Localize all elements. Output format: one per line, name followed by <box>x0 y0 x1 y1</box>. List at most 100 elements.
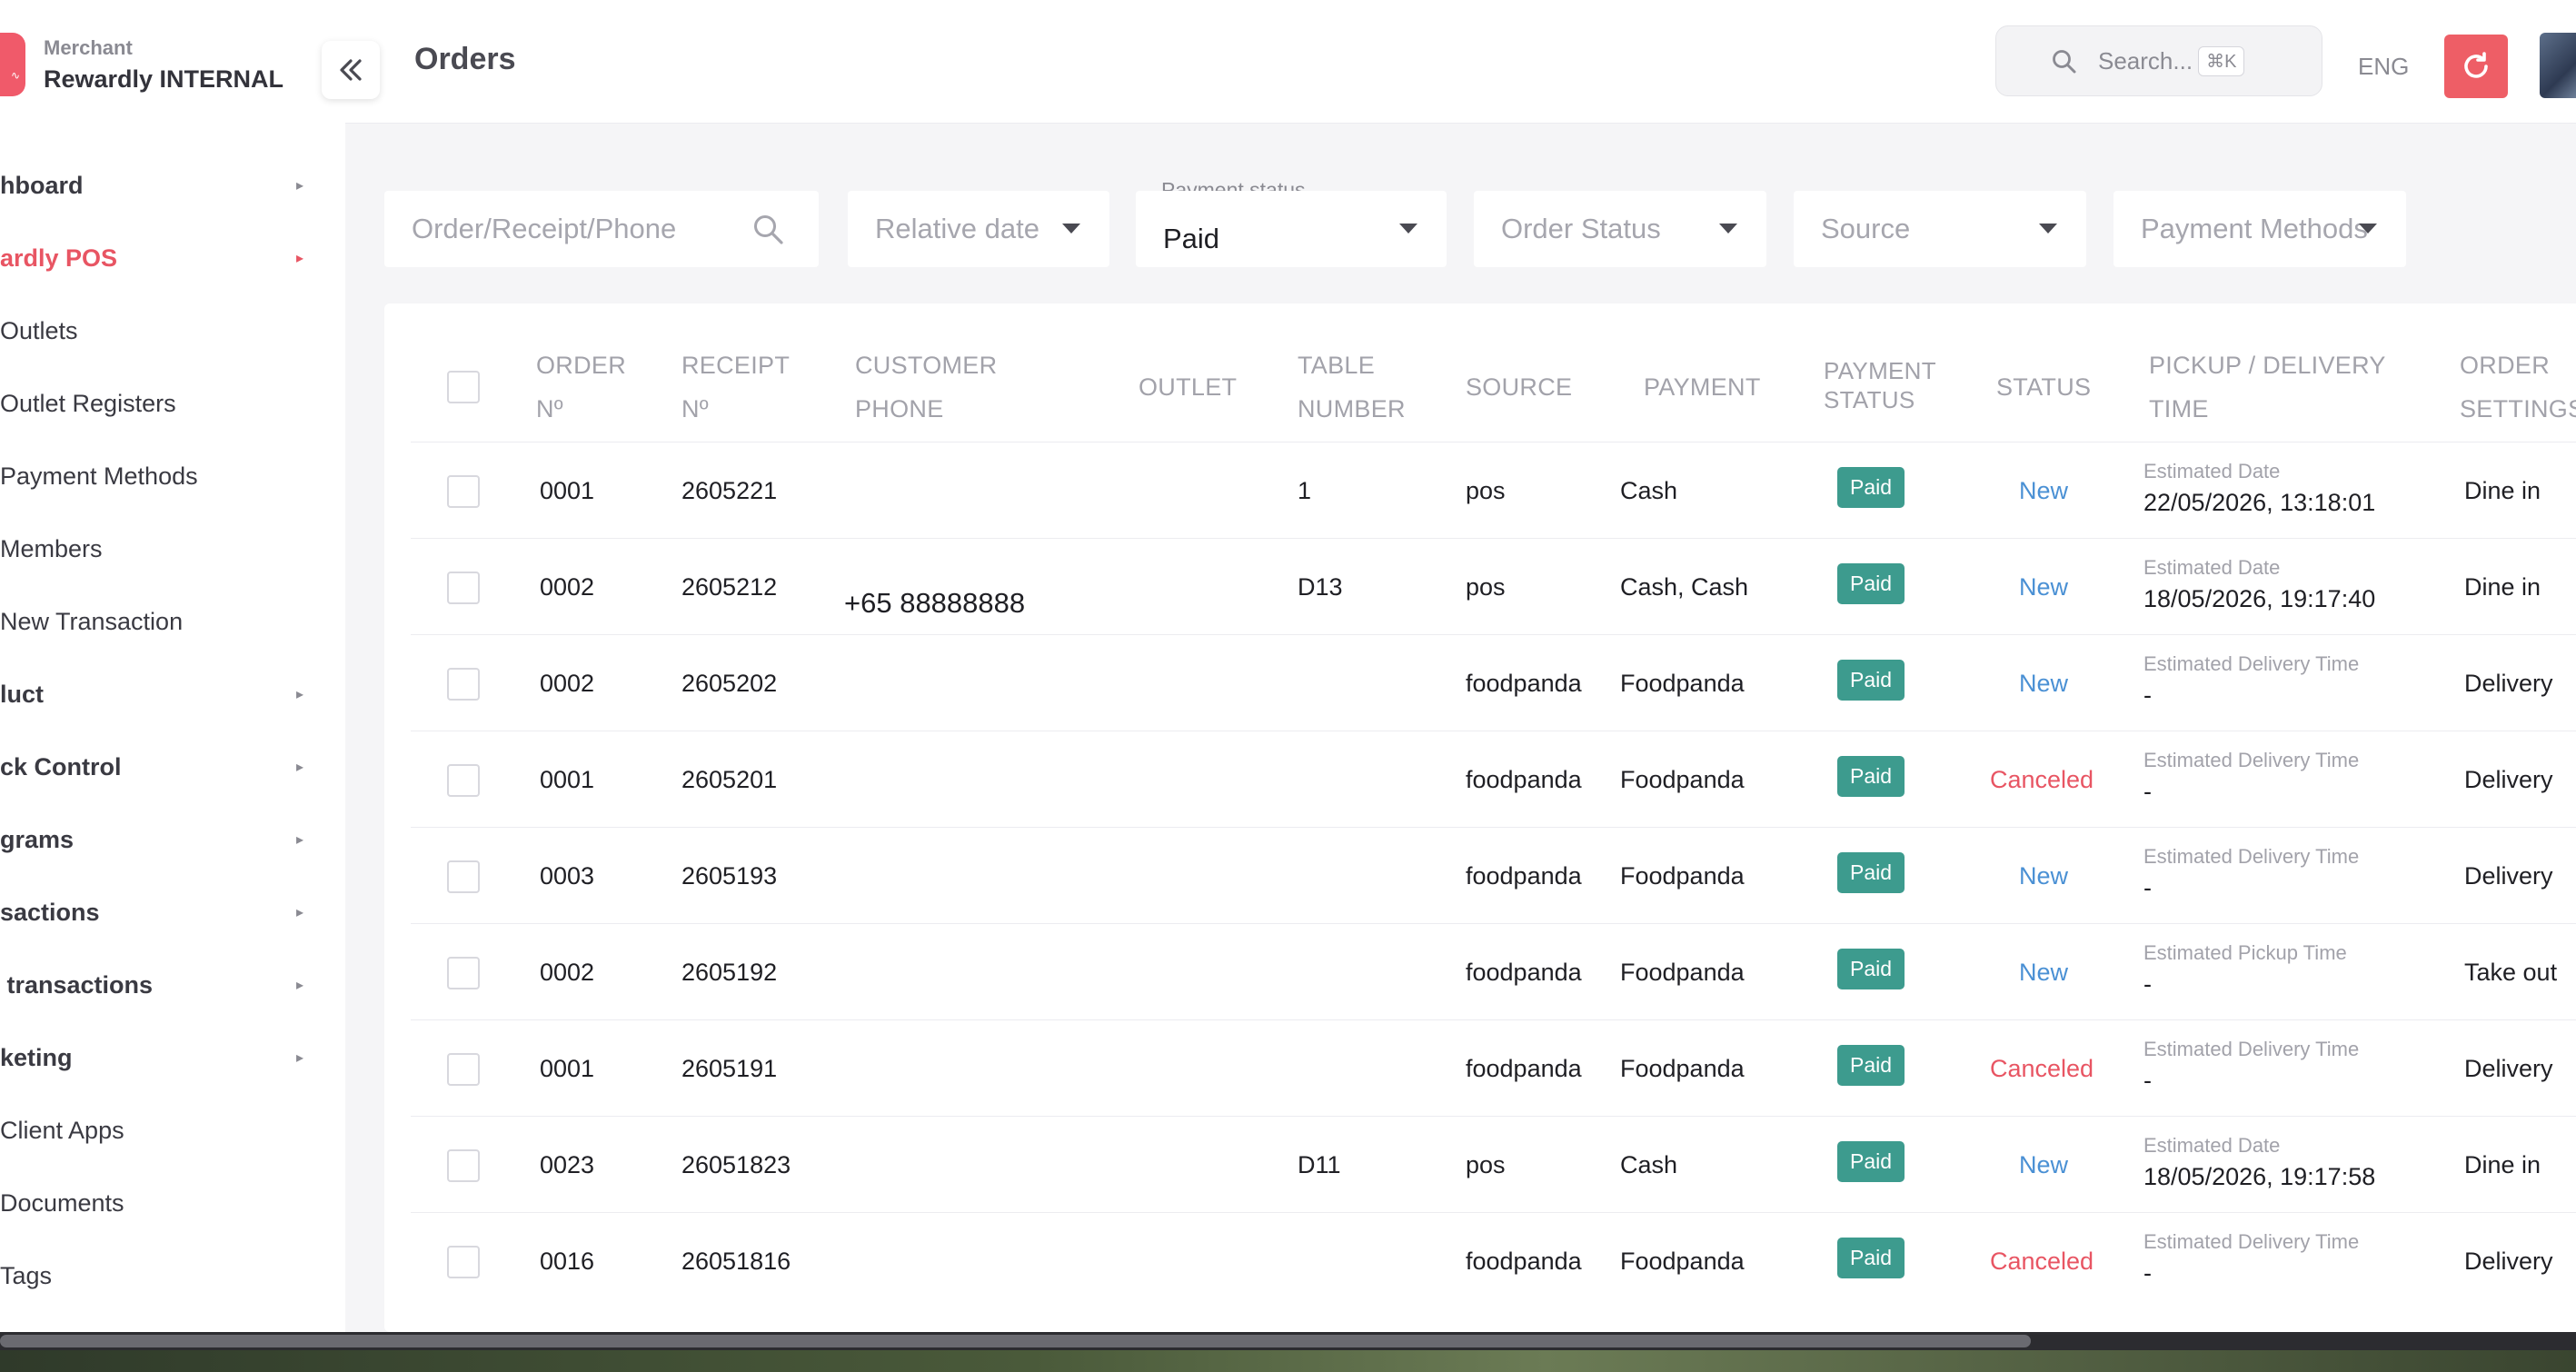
user-avatar[interactable] <box>2540 33 2576 98</box>
col-receipt-no[interactable]: RECEIPT Nº <box>681 343 790 431</box>
sidebar-item-label: keting <box>0 1043 73 1071</box>
col-payment-status[interactable]: PAYMENT STATUS <box>1824 356 1936 414</box>
row-checkbox[interactable] <box>447 668 480 701</box>
cell-order-status[interactable]: Canceled <box>1990 766 2094 794</box>
language-selector[interactable]: ENG <box>2358 53 2409 81</box>
select-all-checkbox[interactable] <box>447 371 480 403</box>
brand-name: Rewardly INTERNAL <box>44 65 284 93</box>
chevron-right-icon: ▸ <box>295 687 303 702</box>
cell-order-no: 0002 <box>540 573 595 601</box>
cell-time-label: Estimated Delivery Time <box>2143 1038 2360 1060</box>
scrollbar-thumb[interactable] <box>0 1335 2031 1347</box>
paid-status-badge: Paid <box>1837 563 1905 604</box>
row-checkbox[interactable] <box>447 860 480 893</box>
col-receipt-no-line1: RECEIPT <box>681 352 791 379</box>
cell-order-status[interactable]: New <box>2019 1151 2068 1179</box>
collapse-sidebar-button[interactable] <box>322 41 380 99</box>
caret-down-icon <box>1719 224 1737 234</box>
cell-payment: Foodpanda <box>1620 1248 1745 1275</box>
cell-order-status[interactable]: New <box>2019 862 2068 890</box>
sidebar-item[interactable]: New Transaction <box>0 585 345 658</box>
sidebar-item[interactable]: luct ▸ <box>0 658 345 731</box>
sidebar-item[interactable]: transactions ▸ <box>0 949 345 1021</box>
cell-receipt-no: 2605221 <box>681 477 778 504</box>
cell-order-setting: Delivery <box>2464 862 2553 890</box>
sidebar-item[interactable]: grams ▸ <box>0 803 345 876</box>
cell-receipt-no: 26051816 <box>681 1248 791 1275</box>
global-search-input[interactable]: Search... ⌘K <box>1995 25 2322 96</box>
payment-status-select[interactable]: Paid <box>1136 191 1447 267</box>
col-order-no[interactable]: ORDER Nº <box>536 343 626 431</box>
paid-status-badge: Paid <box>1837 852 1905 893</box>
row-checkbox[interactable] <box>447 957 480 989</box>
sidebar-item[interactable]: Tags <box>0 1239 345 1312</box>
sidebar-item[interactable]: ck Control ▸ <box>0 731 345 803</box>
cell-source: pos <box>1466 573 1506 601</box>
col-order-no-line1: ORDER <box>536 352 627 379</box>
order-status-select[interactable]: Order Status <box>1474 191 1766 267</box>
sidebar-nav: hboard ▸ ardly POS ▸ Outlets Outlet Registers… <box>0 149 345 1312</box>
col-outlet[interactable]: OUTLET <box>1139 365 1237 409</box>
cell-order-setting: Delivery <box>2464 766 2553 793</box>
brand[interactable]: ∿ Merchant Rewardly INTERNAL <box>0 25 283 104</box>
sidebar-item[interactable]: Outlet Registers <box>0 367 345 440</box>
refresh-button[interactable] <box>2444 35 2508 98</box>
cell-source: foodpanda <box>1466 766 1582 793</box>
sidebar-item-label: Tags <box>0 1261 53 1289</box>
sidebar-item[interactable]: hboard ▸ <box>0 149 345 222</box>
search-shortcut: ⌘K <box>2198 45 2245 76</box>
cell-order-status[interactable]: Canceled <box>1990 1055 2094 1083</box>
paid-status-badge: Paid <box>1837 660 1905 701</box>
sidebar-item[interactable]: Members <box>0 512 345 585</box>
cell-order-status[interactable]: New <box>2019 670 2068 698</box>
sidebar-item-label: transactions <box>0 970 154 999</box>
col-table-number-line1: TABLE <box>1298 352 1376 379</box>
paid-status-badge: Paid <box>1837 1238 1905 1278</box>
row-checkbox[interactable] <box>447 1149 480 1182</box>
horizontal-scrollbar[interactable] <box>0 1332 2576 1350</box>
payment-status-value: Paid <box>1163 223 1220 254</box>
sidebar-item[interactable]: ardly POS ▸ <box>0 222 345 294</box>
cell-time-value: - <box>2143 970 2152 998</box>
sidebar-item-label: Client Apps <box>0 1116 124 1144</box>
search-placeholder: Search... <box>2098 46 2193 75</box>
col-payment[interactable]: PAYMENT <box>1644 365 1761 409</box>
chevron-right-icon: ▸ <box>295 832 303 848</box>
cell-order-status[interactable]: Canceled <box>1990 1248 2094 1276</box>
row-checkbox[interactable] <box>447 572 480 604</box>
sidebar-item-label: Payment Methods <box>0 462 198 490</box>
cell-payment: Foodpanda <box>1620 670 1745 697</box>
col-source[interactable]: SOURCE <box>1466 365 1572 409</box>
cell-time-value: - <box>2143 1067 2152 1094</box>
cell-order-setting: Dine in <box>2464 573 2541 601</box>
col-table-number[interactable]: TABLE NUMBER <box>1298 343 1406 431</box>
payment-methods-select[interactable]: Payment Methods <box>2114 191 2406 267</box>
source-select[interactable]: Source <box>1794 191 2086 267</box>
sidebar-item[interactable]: Outlets <box>0 294 345 367</box>
sidebar-item[interactable]: Client Apps <box>0 1094 345 1167</box>
col-order-settings[interactable]: ORDER SETTINGS <box>2460 343 2576 431</box>
cell-order-status[interactable]: New <box>2019 477 2068 505</box>
sidebar-item[interactable]: Payment Methods <box>0 440 345 512</box>
sidebar-item[interactable]: sactions ▸ <box>0 876 345 949</box>
col-order-settings-line1: ORDER <box>2460 352 2551 379</box>
sidebar-item-label: sactions <box>0 898 100 926</box>
row-checkbox[interactable] <box>447 764 480 797</box>
cell-order-no: 0003 <box>540 862 595 890</box>
col-customer-phone[interactable]: CUSTOMER PHONE <box>855 343 997 431</box>
sidebar-item[interactable]: Documents <box>0 1167 345 1239</box>
cell-order-status[interactable]: New <box>2019 959 2068 987</box>
col-status[interactable]: STATUS <box>1996 365 2091 409</box>
col-table-number-line2: NUMBER <box>1298 395 1406 423</box>
row-checkbox[interactable] <box>447 1053 480 1086</box>
relative-date-select[interactable]: Relative date <box>848 191 1109 267</box>
row-checkbox[interactable] <box>447 1246 480 1278</box>
cell-source: foodpanda <box>1466 959 1582 986</box>
search-icon <box>2053 50 2076 74</box>
row-checkbox[interactable] <box>447 475 480 508</box>
sidebar-item[interactable]: keting ▸ <box>0 1021 345 1094</box>
sidebar-item-label: Outlets <box>0 316 78 344</box>
col-pickup-delivery-time[interactable]: PICKUP / DELIVERY TIME <box>2149 343 2386 431</box>
order-search-input[interactable]: Order/Receipt/Phone <box>384 191 819 267</box>
cell-order-status[interactable]: New <box>2019 573 2068 601</box>
